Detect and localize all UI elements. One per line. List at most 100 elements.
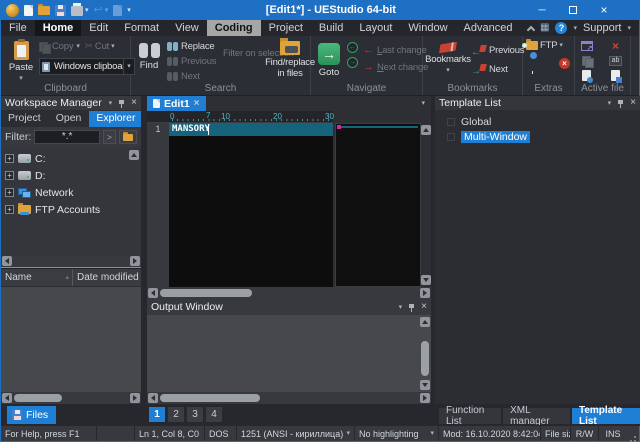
tab-window[interactable]: Window — [400, 20, 455, 36]
scroll-thumb[interactable] — [14, 394, 62, 402]
scroll-right-button[interactable] — [420, 288, 430, 298]
pin-icon[interactable] — [118, 99, 125, 108]
scroll-left-button[interactable] — [2, 393, 12, 403]
tab-project[interactable]: Project — [261, 20, 311, 36]
tree-item-network[interactable]: Network — [1, 184, 141, 201]
scroll-left-button[interactable] — [148, 288, 158, 298]
editor-horizontal-scrollbar[interactable] — [147, 287, 431, 299]
pin-icon[interactable] — [408, 303, 415, 312]
tab-list-dropdown-icon[interactable]: ▾ — [421, 100, 425, 111]
resize-grip[interactable] — [627, 426, 639, 441]
output-tab-4[interactable]: 4 — [206, 407, 222, 422]
expand-icon[interactable] — [5, 205, 14, 214]
panel-menu-icon[interactable]: ▾ — [399, 304, 403, 311]
panel-close-icon[interactable]: × — [421, 302, 427, 312]
support-dropdown-icon[interactable]: ▾ — [627, 25, 631, 32]
tree-scroll-up-button[interactable] — [129, 150, 139, 160]
status-highlighting[interactable]: No highlighting ▾ — [355, 426, 439, 441]
tab-layout[interactable]: Layout — [351, 20, 400, 36]
encoding-dropdown-icon[interactable]: ▾ — [343, 430, 350, 437]
filter-on-selection-button[interactable]: Filter on selection — [223, 48, 269, 59]
panel-menu-icon[interactable]: ▾ — [109, 100, 113, 107]
tab-view[interactable]: View — [167, 20, 207, 36]
code-pane[interactable]: MANSORY — [169, 123, 333, 287]
file-list[interactable] — [1, 287, 141, 393]
rename-file-button[interactable]: ab — [608, 54, 623, 67]
print-button[interactable]: ▾ — [71, 4, 89, 16]
template-item-multi-window[interactable]: Multi-Window — [435, 129, 640, 144]
collapse-ribbon-icon[interactable] — [527, 25, 535, 33]
bookmark-next-button[interactable]: Next — [471, 62, 524, 77]
copy-button[interactable]: Copy ▾ — [39, 41, 80, 52]
scroll-left-button[interactable] — [2, 256, 12, 266]
status-read-write[interactable]: R/W — [571, 426, 599, 441]
tab-function-list[interactable]: Function List — [439, 408, 501, 424]
document-map[interactable] — [335, 123, 421, 287]
redo-icon[interactable] — [113, 5, 122, 16]
output-tab-2[interactable]: 2 — [168, 407, 184, 422]
open-file-icon[interactable] — [38, 6, 50, 15]
bookmarks-button[interactable]: Bookmarks ▾ — [425, 40, 471, 74]
copy-file-button[interactable] — [579, 54, 594, 67]
last-change-button[interactable]: ← Last change — [363, 43, 428, 58]
filter-input[interactable]: *.* — [34, 130, 100, 144]
ftp-button[interactable]: FTP ▾ — [526, 40, 563, 51]
panel-close-icon[interactable]: × — [131, 98, 137, 108]
minimize-button[interactable]: ─ — [531, 3, 553, 17]
panel-close-icon[interactable]: × — [630, 98, 636, 108]
column-name[interactable]: Name ▴ — [1, 269, 73, 286]
bookmark-previous-button[interactable]: Previous — [471, 43, 524, 58]
nav-forward-icon[interactable]: → — [347, 57, 358, 68]
paste-button[interactable]: Paste ▾ — [5, 38, 37, 82]
tab-template-list[interactable]: Template List — [572, 408, 640, 424]
output-vertical-scrollbar[interactable] — [419, 317, 430, 390]
scroll-right-button[interactable] — [130, 256, 140, 266]
status-insert-mode[interactable]: INS — [599, 426, 627, 441]
output-tab-1[interactable]: 1 — [149, 407, 165, 422]
cut-button[interactable]: ✂ Cut ▾ — [85, 41, 115, 52]
tab-files[interactable]: Files — [7, 406, 56, 424]
find-next-button[interactable]: Next — [167, 69, 216, 84]
highlighting-dropdown-icon[interactable]: ▾ — [427, 430, 434, 437]
scroll-left-button[interactable] — [148, 393, 158, 403]
app-logo-icon[interactable] — [6, 4, 19, 17]
status-caret-position[interactable]: Ln 1, Col 8, C0 — [135, 426, 205, 441]
tab-edit[interactable]: Edit — [81, 20, 116, 36]
expand-icon[interactable] — [5, 188, 14, 197]
filter-apply-button[interactable]: > — [103, 130, 116, 144]
tree-item-d-drive[interactable]: D: — [1, 167, 141, 184]
output-horizontal-scrollbar[interactable] — [147, 392, 431, 404]
panel-menu-icon[interactable]: ▾ — [608, 100, 612, 107]
tree-item-c-drive[interactable]: C: — [1, 150, 141, 167]
document-tab-edit1[interactable]: Edit1 × — [147, 96, 206, 111]
status-encoding[interactable]: 1251 (ANSI - кириллица) ▾ — [237, 426, 355, 441]
scroll-thumb[interactable] — [160, 289, 252, 297]
close-button[interactable]: × — [593, 3, 615, 17]
stop-icon[interactable]: × — [559, 58, 570, 69]
expand-icon[interactable] — [447, 133, 455, 141]
tab-build[interactable]: Build — [311, 20, 351, 36]
tab-xml-manager[interactable]: XML manager — [503, 408, 570, 424]
support-menu[interactable]: Support — [583, 22, 622, 34]
scroll-up-button[interactable] — [421, 125, 431, 135]
help-dropdown-icon[interactable]: ▾ — [573, 25, 577, 32]
expand-icon[interactable] — [447, 118, 455, 126]
save-file-icon[interactable] — [55, 5, 66, 16]
new-file-icon[interactable] — [24, 5, 33, 16]
scroll-up-button[interactable] — [420, 317, 430, 327]
tab-file[interactable]: File — [1, 20, 35, 36]
tab-explorer[interactable]: Explorer — [89, 111, 142, 127]
nav-back-icon[interactable]: ← — [347, 42, 358, 53]
scroll-down-button[interactable] — [420, 380, 430, 390]
document-tab-close-icon[interactable]: × — [194, 99, 200, 109]
tab-project[interactable]: Project — [1, 111, 48, 127]
find-previous-button[interactable]: Previous — [167, 54, 216, 69]
output-window-content[interactable] — [147, 315, 431, 392]
replace-button[interactable]: Replace — [167, 39, 216, 54]
tab-advanced[interactable]: Advanced — [456, 20, 521, 36]
scroll-thumb[interactable] — [160, 394, 260, 402]
scroll-thumb[interactable] — [421, 341, 429, 376]
tree-horizontal-scrollbar[interactable] — [1, 256, 141, 267]
maximize-button[interactable] — [562, 3, 584, 17]
browse-folder-button[interactable] — [119, 130, 137, 144]
